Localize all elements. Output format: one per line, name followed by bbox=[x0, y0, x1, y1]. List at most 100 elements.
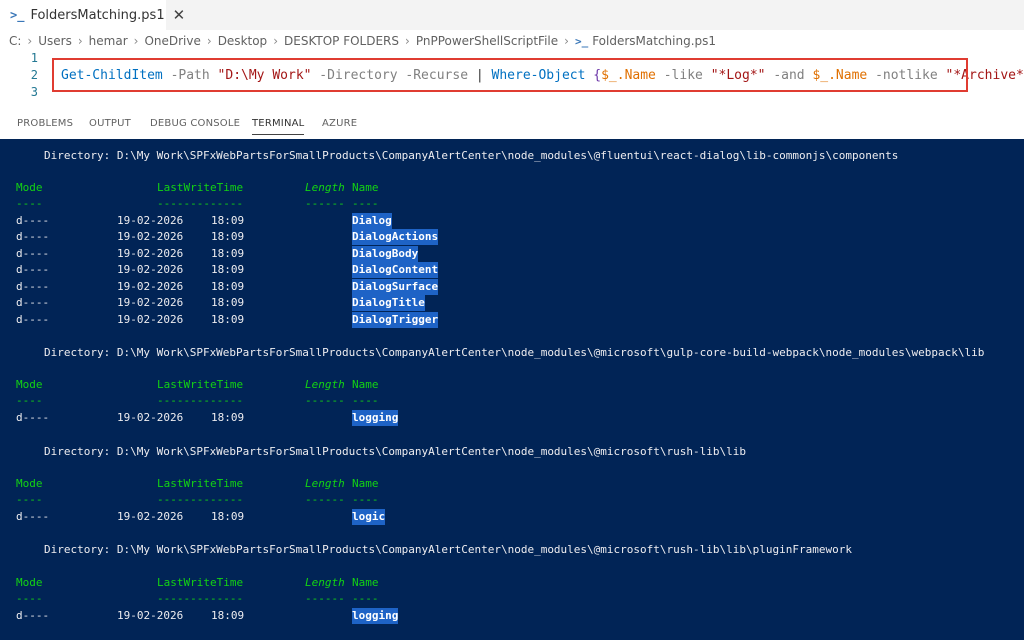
underline-mode: ---- bbox=[16, 394, 43, 407]
row-time: 18:09 bbox=[211, 230, 245, 243]
row-mode: d---- bbox=[16, 313, 50, 326]
underline-lastwritetime: ------------- bbox=[157, 493, 244, 506]
row-date: 19-02-2026 bbox=[117, 214, 184, 227]
header-lastwritetime: LastWriteTime bbox=[157, 378, 244, 391]
underline-mode: ---- bbox=[16, 197, 43, 210]
line-number: 1 bbox=[30, 51, 38, 65]
breadcrumb-item[interactable]: OneDrive bbox=[144, 34, 200, 48]
header-lastwritetime: LastWriteTime bbox=[157, 181, 244, 194]
editor-tab-bar: >_ FoldersMatching.ps1 ✕ bbox=[0, 0, 1024, 30]
row-name: logic bbox=[352, 509, 386, 525]
row-name: DialogActions bbox=[352, 229, 439, 245]
code-editor[interactable]: 1 2 Get-ChildItem -Path "D:\My Work" -Di… bbox=[0, 50, 1024, 102]
row-name: DialogSurface bbox=[352, 279, 439, 295]
underline-name: ---- bbox=[352, 197, 379, 210]
directory-line: Directory: D:\My Work\SPFxWebPartsForSma… bbox=[44, 149, 899, 162]
chevron-right-icon: › bbox=[27, 34, 33, 48]
chevron-right-icon: › bbox=[133, 34, 139, 48]
row-time: 18:09 bbox=[211, 411, 245, 424]
row-mode: d---- bbox=[16, 214, 50, 227]
tab-debug-console[interactable]: DEBUG CONSOLE bbox=[150, 118, 240, 129]
highlight-box bbox=[52, 58, 968, 92]
underline-name: ---- bbox=[352, 394, 379, 407]
underline-length: ------ bbox=[305, 197, 345, 210]
chevron-right-icon: › bbox=[405, 34, 410, 48]
row-date: 19-02-2026 bbox=[117, 296, 184, 309]
breadcrumb-item[interactable]: hemar bbox=[89, 34, 128, 48]
underline-name: ---- bbox=[352, 493, 379, 506]
tab-terminal[interactable]: TERMINAL bbox=[252, 118, 305, 135]
row-time: 18:09 bbox=[211, 313, 245, 326]
breadcrumb-item[interactable]: Desktop bbox=[218, 34, 268, 48]
row-mode: d---- bbox=[16, 247, 50, 260]
row-name: logging bbox=[352, 410, 399, 426]
header-name: Name bbox=[352, 477, 379, 490]
tab-problems[interactable]: PROBLEMS bbox=[17, 118, 73, 129]
directory-line: Directory: D:\My Work\SPFxWebPartsForSma… bbox=[44, 346, 985, 359]
directory-line: Directory: D:\My Work\SPFxWebPartsForSma… bbox=[44, 543, 852, 556]
underline-mode: ---- bbox=[16, 592, 43, 605]
row-time: 18:09 bbox=[211, 609, 245, 622]
row-date: 19-02-2026 bbox=[117, 263, 184, 276]
underline-lastwritetime: ------------- bbox=[157, 197, 244, 210]
underline-mode: ---- bbox=[16, 493, 43, 506]
close-icon[interactable]: ✕ bbox=[173, 6, 186, 24]
header-mode: Mode bbox=[16, 181, 43, 194]
row-date: 19-02-2026 bbox=[117, 247, 184, 260]
panel-tab-bar: PROBLEMS OUTPUT DEBUG CONSOLE TERMINAL A… bbox=[0, 110, 1024, 138]
row-name: DialogTrigger bbox=[352, 312, 439, 328]
row-time: 18:09 bbox=[211, 296, 245, 309]
header-length: Length bbox=[305, 477, 345, 490]
header-name: Name bbox=[352, 181, 379, 194]
breadcrumb: C: › Users › hemar › OneDrive › Desktop … bbox=[9, 33, 716, 49]
breadcrumb-item[interactable]: PnPPowerShellScriptFile bbox=[416, 34, 558, 48]
header-length: Length bbox=[305, 576, 345, 589]
chevron-right-icon: › bbox=[206, 34, 212, 48]
row-mode: d---- bbox=[16, 609, 50, 622]
underline-length: ------ bbox=[305, 592, 345, 605]
underline-lastwritetime: ------------- bbox=[157, 592, 244, 605]
row-name: DialogContent bbox=[352, 262, 439, 278]
row-name: DialogBody bbox=[352, 246, 419, 262]
row-date: 19-02-2026 bbox=[117, 313, 184, 326]
header-name: Name bbox=[352, 576, 379, 589]
row-name: DialogTitle bbox=[352, 295, 425, 311]
line-number: 3 bbox=[30, 85, 38, 99]
breadcrumb-item[interactable]: C: bbox=[9, 34, 21, 48]
chevron-right-icon: › bbox=[77, 34, 83, 48]
chevron-right-icon: › bbox=[564, 34, 569, 48]
row-date: 19-02-2026 bbox=[117, 609, 184, 622]
row-time: 18:09 bbox=[211, 263, 245, 276]
editor-tab[interactable]: >_ FoldersMatching.ps1 ✕ bbox=[0, 0, 185, 30]
row-mode: d---- bbox=[16, 510, 50, 523]
underline-length: ------ bbox=[305, 493, 345, 506]
tab-title: FoldersMatching.ps1 bbox=[30, 7, 165, 23]
row-mode: d---- bbox=[16, 296, 50, 309]
breadcrumb-item[interactable]: FoldersMatching.ps1 bbox=[592, 34, 716, 48]
row-time: 18:09 bbox=[211, 214, 245, 227]
row-time: 18:09 bbox=[211, 510, 245, 523]
chevron-right-icon: › bbox=[273, 34, 278, 48]
row-mode: d---- bbox=[16, 230, 50, 243]
header-lastwritetime: LastWriteTime bbox=[157, 477, 244, 490]
tab-output[interactable]: OUTPUT bbox=[89, 118, 131, 129]
header-mode: Mode bbox=[16, 477, 43, 490]
tab-azure[interactable]: AZURE bbox=[322, 118, 357, 129]
header-length: Length bbox=[305, 378, 345, 391]
row-date: 19-02-2026 bbox=[117, 230, 184, 243]
header-mode: Mode bbox=[16, 378, 43, 391]
breadcrumb-item[interactable]: Users bbox=[38, 34, 72, 48]
row-mode: d---- bbox=[16, 280, 50, 293]
row-date: 19-02-2026 bbox=[117, 510, 184, 523]
powershell-icon: >_ bbox=[10, 8, 25, 22]
underline-lastwritetime: ------------- bbox=[157, 394, 244, 407]
row-time: 18:09 bbox=[211, 247, 245, 260]
row-name: Dialog bbox=[352, 213, 392, 229]
row-date: 19-02-2026 bbox=[117, 411, 184, 424]
terminal-panel[interactable]: Directory: D:\My Work\SPFxWebPartsForSma… bbox=[0, 139, 1024, 640]
breadcrumb-item[interactable]: DESKTOP FOLDERS bbox=[284, 34, 399, 48]
underline-length: ------ bbox=[305, 394, 345, 407]
header-lastwritetime: LastWriteTime bbox=[157, 576, 244, 589]
row-date: 19-02-2026 bbox=[117, 280, 184, 293]
row-name: logging bbox=[352, 608, 399, 624]
